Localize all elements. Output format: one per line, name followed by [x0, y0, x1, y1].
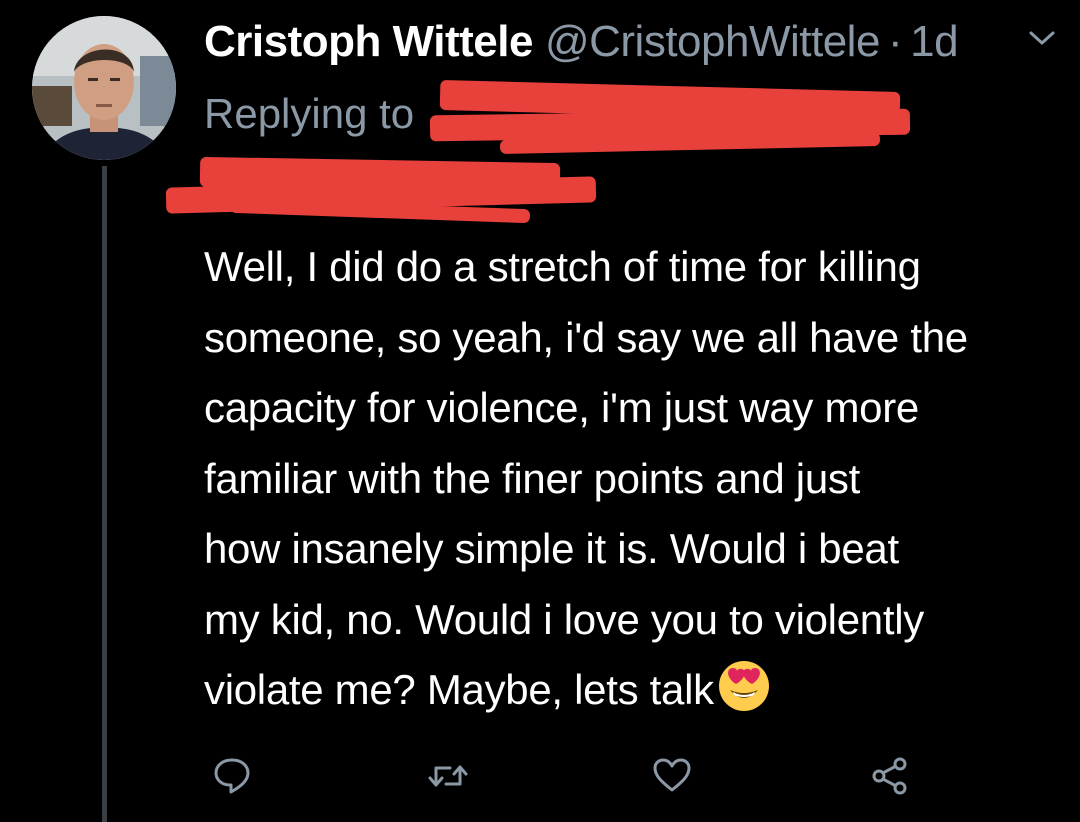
share-icon: [872, 757, 907, 795]
reply-icon: [214, 758, 250, 794]
retweet-icon: [428, 765, 468, 787]
like-button[interactable]: [644, 748, 700, 804]
thread-line: [102, 166, 107, 822]
tweet-header: Cristoph Wittele @CristophWittele · 1d: [204, 12, 959, 72]
user-handle[interactable]: @CristophWittele: [545, 12, 880, 72]
reply-button[interactable]: [204, 748, 260, 804]
tweet-text-line: Well, I did do a stretch of time for kil…: [204, 243, 921, 290]
tweet-text-last-line: violate me? Maybe, lets talk: [204, 655, 1074, 726]
avatar[interactable]: [32, 16, 176, 160]
share-button[interactable]: [862, 748, 918, 804]
chevron-down-icon[interactable]: [1028, 28, 1056, 48]
replying-to-label: Replying to: [204, 90, 415, 137]
replying-to: Replying to: [204, 88, 414, 140]
separator-dot: ·: [887, 17, 903, 66]
profile-photo: [32, 16, 176, 160]
tweet-actions: [0, 748, 1080, 808]
tweet-text-line: someone, so yeah, i'd say we all have th…: [204, 313, 968, 361]
retweet-button[interactable]: [420, 748, 476, 804]
tweet[interactable]: Cristoph Wittele @CristophWittele · 1d R…: [0, 0, 1080, 822]
like-icon: [653, 758, 691, 792]
tweet-text-line: how insanely simple it is. Would i beat: [204, 525, 899, 572]
tweet-text-line: violate me? Maybe, lets talk: [204, 666, 714, 713]
tweet-text: Well, I did do a stretch of time for kil…: [204, 232, 1074, 726]
heart-eyes-emoji-icon: [718, 661, 769, 711]
tweet-text-line: familiar with the finer points and just: [204, 454, 860, 502]
tweet-text-line: my kid, no. Would i love you to violentl…: [204, 595, 924, 643]
timestamp[interactable]: 1d: [910, 12, 958, 72]
display-name[interactable]: Cristoph Wittele: [204, 12, 533, 72]
tweet-text-line: capacity for violence, i'm just way more: [204, 384, 919, 431]
